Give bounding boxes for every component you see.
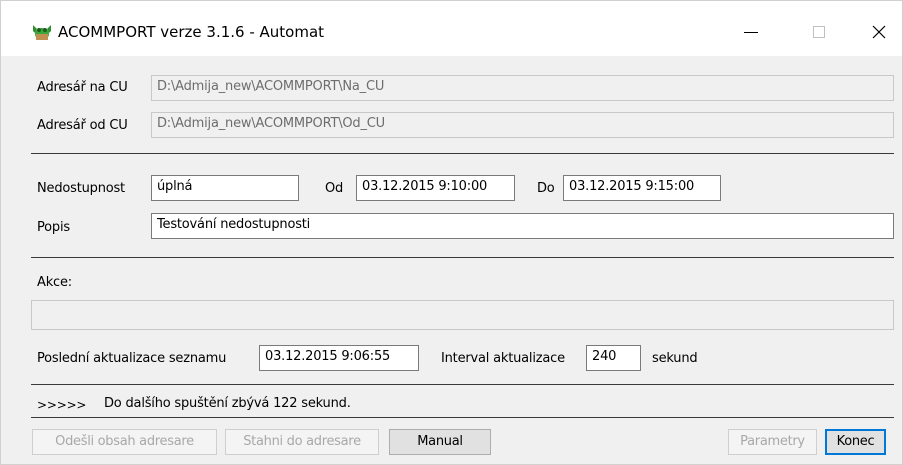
to-cu-dir-field[interactable]: D:\Admija_new\ACOMMPORT\Na_CU [151,75,894,101]
separator [31,417,894,418]
separator [31,153,894,154]
description-label: Popis [37,220,70,235]
separator [31,384,894,385]
from-cu-dir-label: Adresář od CU [37,118,128,133]
from-date-label: Od [325,181,344,196]
app-window: ACOMMPORT verze 3.1.6 - Automat Adresář … [0,0,903,465]
action-field [31,300,894,330]
interval-unit-label: sekund [652,351,698,366]
status-message: Do dalšího spuštění zbývá 122 sekund. [104,396,351,411]
maximize-button[interactable] [796,17,842,47]
unavailability-label: Nedostupnost [37,181,125,196]
window-title: ACOMMPORT verze 3.1.6 - Automat [58,23,325,41]
separator [31,257,894,258]
end-button[interactable]: Konec [825,429,886,455]
to-cu-dir-label: Adresář na CU [37,80,128,95]
title-bar[interactable]: ACOMMPORT verze 3.1.6 - Automat [1,1,902,56]
interval-label: Interval aktualizace [441,351,565,366]
frog-app-icon [33,25,51,40]
unavailability-field[interactable]: úplná [151,175,299,201]
maximize-icon [813,26,825,38]
send-directory-button[interactable]: Odešli obsah adresare [32,429,217,455]
manual-button[interactable]: Manual [389,429,491,455]
minimize-icon [744,31,758,33]
download-to-directory-button[interactable]: Stahni do adresare [225,429,379,455]
action-label: Akce: [37,275,72,290]
description-field[interactable]: Testování nedostupnosti [151,213,894,239]
status-arrows: >>>>> [37,398,87,412]
last-update-label: Poslední aktualizace seznamu [37,351,227,366]
from-date-field[interactable]: 03.12.2015 9:10:00 [356,175,515,201]
close-icon [872,25,886,39]
parameters-button[interactable]: Parametry [728,429,817,455]
from-cu-dir-field[interactable]: D:\Admija_new\ACOMMPORT\Od_CU [151,112,894,138]
interval-field[interactable]: 240 [586,345,641,371]
to-date-field[interactable]: 03.12.2015 9:15:00 [563,175,721,201]
close-button[interactable] [856,17,902,47]
to-date-label: Do [537,181,555,196]
last-update-field[interactable]: 03.12.2015 9:06:55 [259,345,419,371]
minimize-button[interactable] [728,17,774,47]
